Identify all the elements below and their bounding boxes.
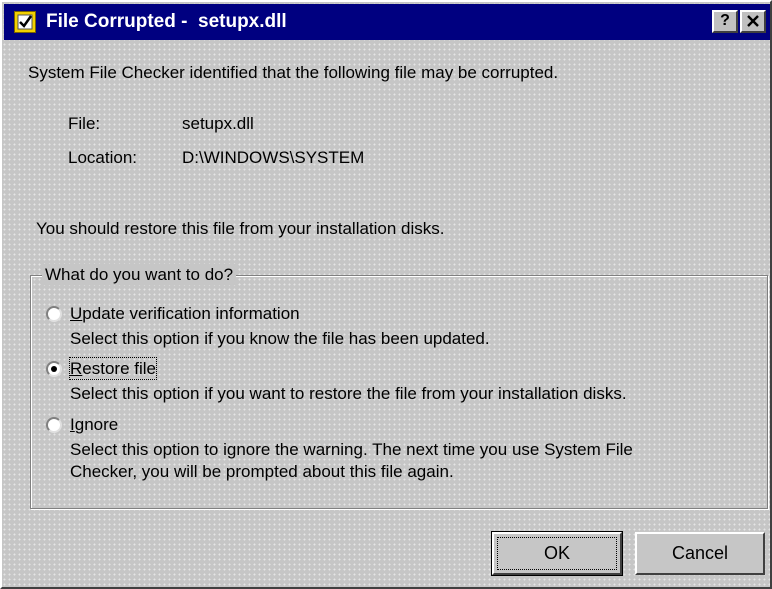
option-update-label[interactable]: Update verification information <box>70 303 300 324</box>
window-title: File Corrupted - setupx.dll <box>46 11 287 32</box>
radio-update-verification[interactable] <box>46 306 62 322</box>
help-button[interactable]: ? <box>712 10 738 33</box>
file-corrupted-dialog: File Corrupted - setupx.dll ? System Fil… <box>0 0 772 589</box>
ok-button-label: OK <box>497 537 617 570</box>
option-ignore-description-line1: Select this option to ignore the warning… <box>70 440 633 459</box>
option-ignore-description-line2: Checker, you will be prompted about this… <box>70 462 454 481</box>
file-value: setupx.dll <box>182 114 254 133</box>
cancel-button[interactable]: Cancel <box>635 532 765 575</box>
option-update-description: Select this option if you know the file … <box>70 329 490 348</box>
location-label: Location: <box>68 148 137 167</box>
corruption-message: System File Checker identified that the … <box>28 63 559 82</box>
restore-advice: You should restore this file from your i… <box>36 219 445 238</box>
warning-document-icon <box>14 11 36 33</box>
close-icon <box>747 15 759 27</box>
ok-button[interactable]: OK <box>491 531 623 576</box>
location-value: D:\WINDOWS\SYSTEM <box>182 148 365 167</box>
radio-selected-dot <box>51 366 57 372</box>
radio-restore-file[interactable] <box>46 361 62 377</box>
file-label: File: <box>68 114 101 133</box>
option-restore-label[interactable]: Restore file <box>69 357 157 380</box>
options-group-label: What do you want to do? <box>42 264 237 285</box>
close-button[interactable] <box>740 10 766 33</box>
radio-ignore[interactable] <box>46 417 62 433</box>
title-bar[interactable]: File Corrupted - setupx.dll ? <box>4 4 770 40</box>
option-ignore-label[interactable]: Ignore <box>70 414 118 435</box>
option-restore-description: Select this option if you want to restor… <box>70 384 627 403</box>
